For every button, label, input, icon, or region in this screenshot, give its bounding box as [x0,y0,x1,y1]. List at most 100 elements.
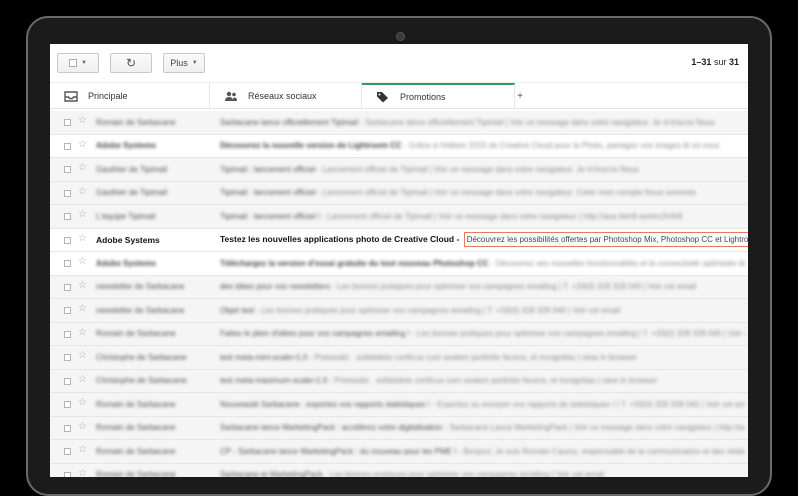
email-row[interactable]: ☆ Gauthier de Tipimail Tipimail : lancemen… [50,158,748,182]
email-subject-text: Téléchargez la version d'essai gratuite … [220,258,489,268]
refresh-icon: ↻ [125,56,137,70]
email-snippet: - Les bonnes pratiques pour optimiser vo… [254,305,621,315]
star-icon[interactable]: ☆ [78,397,87,408]
select-all-button[interactable]: ▼ [57,53,99,73]
webcam [396,32,405,41]
email-sender: Christophe de Sarbacane [96,376,187,386]
row-checkbox[interactable] [64,448,71,455]
email-row[interactable]: ☆ Christophe de Sarbacane test meta-maximu… [50,369,748,393]
row-checkbox[interactable] [64,260,71,267]
star-icon[interactable]: ☆ [78,233,87,244]
pager-range: 1–31 [691,57,712,67]
email-row[interactable]: ☆ Romain de Sarbacane Sarbacane et Marketi… [50,463,748,478]
tag-icon [376,91,390,103]
email-row[interactable]: ☆ Gauthier de Tipimail Tipimail : lancemen… [50,181,748,205]
email-snippet: - Les bonnes pratiques pour optimiser vo… [329,282,697,292]
row-checkbox[interactable] [64,401,71,408]
email-subject-text: Sarbacane lance officiellement Tipimail [220,117,359,127]
row-checkbox[interactable] [64,377,71,385]
email-subject-text: Objet test [220,305,255,315]
star-icon[interactable]: ☆ [78,303,87,314]
email-subject: Tipimail : lancement officiel - Lancemen… [220,188,745,197]
row-checkbox[interactable] [64,213,71,220]
email-subject-text: Sarbacane lance MarketingPack : accélére… [220,423,443,433]
refresh-button[interactable]: ↻ [110,53,152,73]
email-sender: newsletter de Sarbacane [96,305,185,315]
email-row[interactable]: ☆ Romain de Sarbacane CP - Sarbacane lance… [50,440,748,464]
email-row[interactable]: ☆ Adobe Systems Découvrez la nouvelle vers… [50,134,748,158]
email-sender: Romain de Sarbacane [96,423,176,433]
email-row[interactable]: ☆ newsletter de Sarbacane des idées pour v… [50,275,748,299]
chevron-down-icon: ▼ [81,60,87,66]
row-checkbox[interactable] [64,119,71,126]
row-checkbox[interactable] [64,354,71,361]
row-checkbox[interactable] [64,471,71,477]
add-tab-button[interactable]: + [513,89,527,103]
email-row[interactable]: ☆ L'équipe Tipimail Tipimail : lancement o… [50,205,748,229]
tab-principale[interactable]: Principale [50,83,210,109]
row-checkbox[interactable] [64,236,71,244]
email-subject-text: Tipimail : lancement officiel ! [220,211,321,221]
row-checkbox[interactable] [64,189,71,197]
email-row[interactable]: ☆ Romain de Sarbacane Sarbacane lance offi… [50,111,748,135]
email-snippet: - Bonjour, Je suis Romain Caucry, respon… [458,446,745,456]
tab-label: Réseaux sociaux [248,91,317,101]
email-row[interactable]: ☆ Romain de Sarbacane Nouveauté Sarbacane … [50,393,748,417]
email-row[interactable]: ☆ Romain de Sarbacane Faites le plein d'id… [50,322,748,346]
email-subject: Nouveauté Sarbacane : exportez vos rappo… [220,400,745,409]
email-sender: newsletter de Sarbacane [96,282,185,292]
more-button[interactable]: Plus ▼ [163,53,205,73]
star-icon[interactable]: ☆ [78,115,87,126]
star-icon[interactable]: ☆ [78,468,87,478]
row-checkbox[interactable] [64,424,71,432]
star-icon[interactable]: ☆ [78,280,87,291]
row-checkbox[interactable] [64,307,71,314]
email-row[interactable]: ☆ Romain de Sarbacane Sarbacane lance Mark… [50,416,748,440]
email-subject-text: test meta-maximum-scale=1.0 [220,376,328,386]
email-snippet: - Grâce à l'édition 2015 de Creative Clo… [401,141,720,151]
row-checkbox[interactable] [64,142,71,150]
email-sender: Romain de Sarbacane [96,329,176,339]
star-icon[interactable]: ☆ [78,444,87,455]
email-subject: Tipimail : lancement officiel - Lancemen… [220,165,745,174]
email-row[interactable]: ☆ Adobe Systems Testez les nouvelles appli… [50,228,748,252]
star-icon[interactable]: ☆ [78,139,87,150]
email-snippet: - Découvrez ses nouvelles fonctionnalité… [490,258,745,268]
email-row[interactable]: ☆ Adobe Systems Téléchargez la version d'e… [50,252,748,276]
star-icon[interactable]: ☆ [78,421,87,432]
row-checkbox[interactable] [64,283,71,291]
star-icon[interactable]: ☆ [78,374,87,385]
category-tabs: Principale Réseaux sociaux Promotions + [50,82,748,109]
email-subject-text: Sarbacane et MarketingPack [220,470,323,477]
email-subject-text: Tipimail : lancement officiel [220,188,316,198]
snippet-separator: - [454,234,462,245]
email-subject: Faites le plein d'idées pour vos campagn… [220,329,745,338]
email-subject-text: CP - Sarbacane lance MarketingPack : du … [220,446,457,456]
email-subject: test meta-maximum-scale=1.0 - Pretsealic… [220,376,745,385]
tab-reseaux-sociaux[interactable]: Réseaux sociaux [210,83,362,109]
people-icon [224,90,238,102]
email-list: ☆ Romain de Sarbacane Sarbacane lance offi… [50,111,748,477]
email-subject: Découvrez la nouvelle version de Lightro… [220,141,745,150]
star-icon[interactable]: ☆ [78,256,87,267]
row-checkbox[interactable] [64,330,71,338]
email-snippet: - Les bonnes pratiques pour optimiser vo… [409,329,745,339]
star-icon[interactable]: ☆ [78,186,87,197]
tab-promotions[interactable]: Promotions [362,83,515,109]
email-row[interactable]: ☆ newsletter de Sarbacane Objet test - Les… [50,299,748,323]
email-row[interactable]: ☆ Christophe de Sarbacane test meta-mini-s… [50,346,748,370]
email-sender: L'équipe Tipimail [96,211,156,221]
email-subject: Testez les nouvelles applications photo … [220,232,748,248]
email-sender: Adobe Systems [96,141,157,151]
email-subject-text: Découvrez la nouvelle version de Lightro… [220,141,402,151]
star-icon[interactable]: ☆ [78,209,87,220]
row-checkbox[interactable] [64,166,71,173]
star-icon[interactable]: ☆ [78,162,87,173]
star-icon[interactable]: ☆ [78,327,87,338]
email-subject-text: Testez les nouvelles applications photo … [220,234,455,245]
email-subject-text: Faites le plein d'idées pour vos campagn… [220,329,410,339]
inbox-icon [64,90,78,102]
star-icon[interactable]: ☆ [78,350,87,361]
pager-total: 31 [728,57,739,67]
checkbox-icon [69,59,78,67]
